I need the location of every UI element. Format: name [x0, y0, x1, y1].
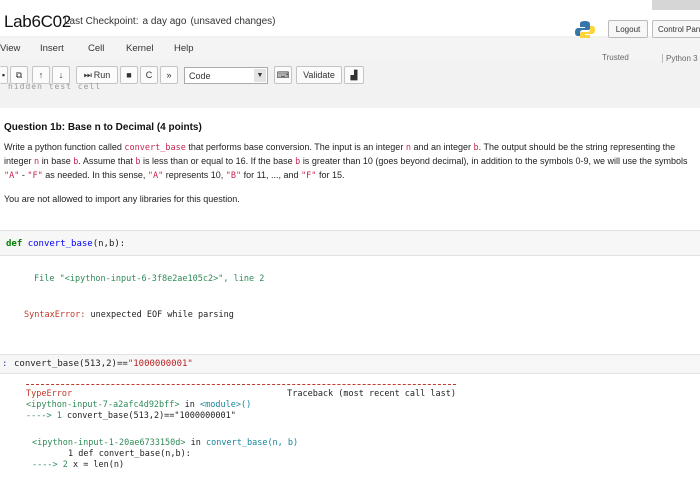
save-button[interactable]: ▪ [0, 66, 8, 84]
code-cell-2[interactable]: : convert_base(513,2)=="1000000001" [0, 354, 700, 374]
traceback-frame-1: <ipython-input-7-a2afc4d92bff> in <modul… [26, 400, 252, 410]
notebook-body: Question 1b: Base n to Decimal (4 points… [0, 108, 700, 482]
menu-cell[interactable]: Cell [88, 43, 104, 54]
menu-bar: View Insert Cell Kernel Help [0, 38, 700, 60]
error-file-line: File "<ipython-input-6-3f8e2ae105c2>", l… [34, 274, 265, 284]
fast-forward-icon: » [166, 70, 172, 80]
cell-type-value: Code [189, 70, 211, 81]
restart-run-all-button[interactable]: » [160, 66, 178, 84]
menu-help[interactable]: Help [174, 43, 194, 54]
restart-button[interactable]: C [140, 66, 158, 84]
copy-icon: ⧉ [15, 69, 23, 80]
bar-chart-icon: ▟ [350, 69, 358, 80]
checkpoint-status: Last Checkpoint: a day ago (unsaved change… [64, 16, 280, 27]
logout-button[interactable]: Logout [608, 20, 648, 38]
question-note: You are not allowed to import any librar… [4, 194, 240, 204]
arrow-up-icon: ↑ [38, 70, 44, 80]
step-forward-icon: ⏭ [83, 69, 92, 80]
traceback-output: TypeError Traceback (most recent call la… [0, 376, 700, 482]
hidden-test-cell-label: hidden test cell [8, 82, 102, 91]
traceback-header: TypeError Traceback (most recent call la… [26, 389, 456, 399]
traceback-line-1: ----> 1 convert_base(513,2)=="1000000001… [26, 411, 236, 421]
cell-type-select[interactable]: Code ▼ [184, 67, 268, 84]
traceback-frame-2: <ipython-input-1-20ae6733150d> in conver… [32, 438, 299, 448]
restart-icon: C [145, 70, 153, 80]
interrupt-button[interactable]: ■ [120, 66, 138, 84]
validate-button[interactable]: Validate [296, 66, 342, 84]
question-markdown-cell[interactable]: Question 1b: Base n to Decimal (4 points… [4, 122, 694, 204]
notebook-name[interactable]: Lab6C02 [4, 12, 71, 32]
notebook-header: Lab6C02 Last Checkpoint: a day ago (unsave… [0, 0, 700, 41]
question-text: Write a python function called convert_b… [4, 142, 688, 181]
question-title: Question 1b: Base n to Decimal (4 points… [4, 122, 202, 133]
checkpoint-time: a day ago [142, 16, 187, 27]
notebook-toolbar: ▪ ⧉ ↑ ↓ ⏭ Run ■ C » Code ▼ ⌨ Validate ▟ [0, 64, 700, 86]
browser-corner [652, 0, 700, 10]
cell-prompt: : [2, 359, 8, 369]
syntax-error-line: SyntaxError: unexpected EOF while parsin… [24, 310, 234, 320]
keyboard-icon: ⌨ [276, 69, 290, 80]
command-palette-button[interactable]: ⌨ [274, 66, 292, 84]
stop-icon: ■ [126, 70, 132, 80]
traceback-line-2: 1 def convert_base(n,b): [68, 449, 191, 459]
traceback-divider [26, 384, 456, 385]
code-line[interactable]: convert_base(513,2)=="1000000001" [14, 359, 193, 369]
chart-button[interactable]: ▟ [344, 66, 364, 84]
unsaved-indicator: (unsaved changes) [190, 16, 276, 27]
menu-insert[interactable]: Insert [40, 43, 64, 54]
run-label: Run [93, 70, 111, 80]
control-panel-button[interactable]: Control Pan [652, 20, 700, 38]
menu-kernel[interactable]: Kernel [126, 43, 153, 54]
code-cell-1[interactable]: def convert_base(n,b): [0, 230, 700, 256]
save-icon: ▪ [1, 70, 6, 80]
checkpoint-label: Last Checkpoint: [64, 16, 139, 27]
menu-view[interactable]: View [0, 43, 20, 54]
kernel-indicator[interactable]: Python 3 [662, 54, 698, 63]
arrow-down-icon: ↓ [58, 70, 64, 80]
trusted-indicator[interactable]: Trusted [602, 53, 629, 62]
code-line[interactable]: def convert_base(n,b): [6, 239, 125, 249]
traceback-line-3: ----> 2 x = len(n) [32, 460, 125, 470]
chevron-down-icon: ▼ [254, 69, 266, 82]
